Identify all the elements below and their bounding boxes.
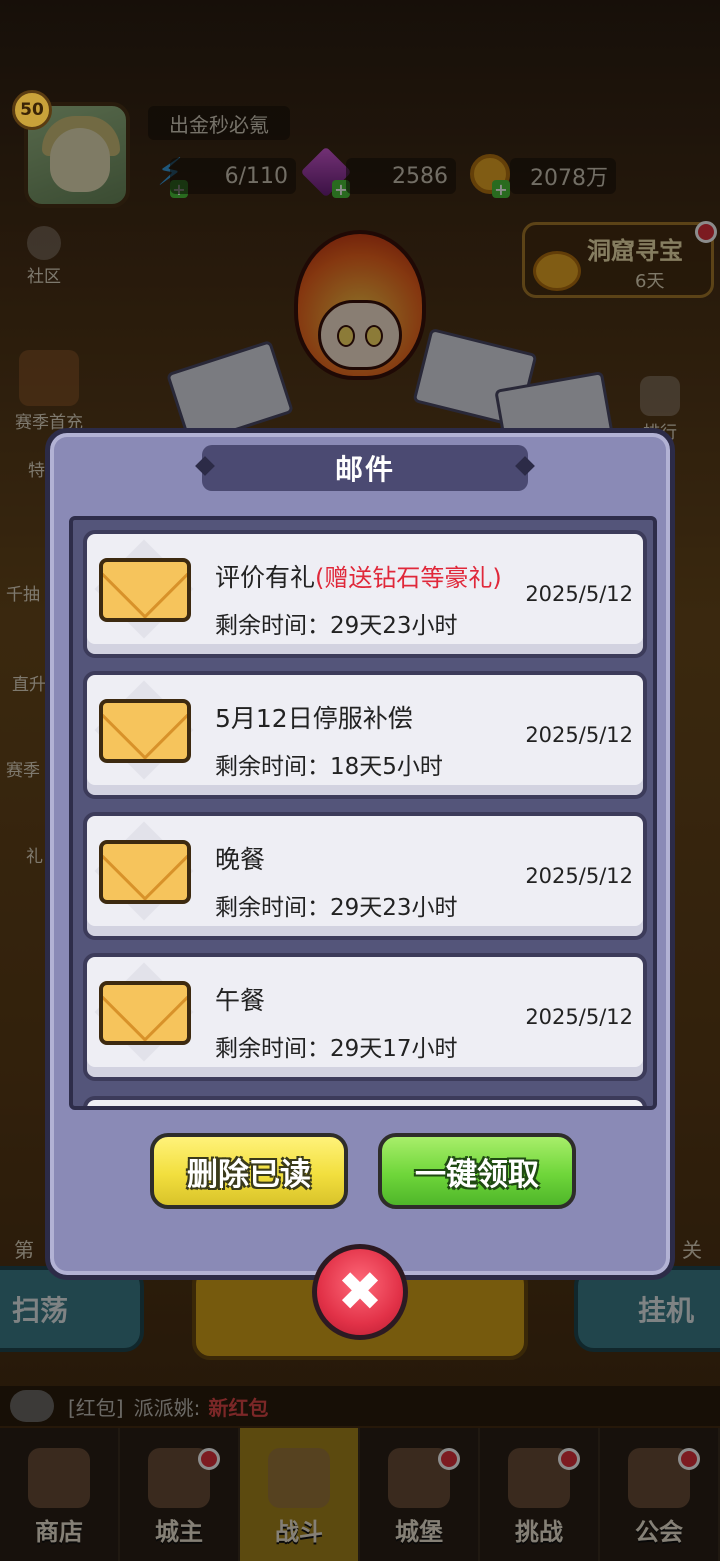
- close-icon: ✖: [337, 1260, 383, 1323]
- mail-title: 午餐: [215, 981, 265, 1017]
- mail-remaining: 剩余时间：29天23小时: [215, 606, 458, 640]
- mail-item[interactable]: 午餐 剩余时间：29天17小时 2025/5/12: [83, 953, 647, 1081]
- remaining-value: 29天23小时: [330, 895, 458, 921]
- remaining-value: 29天23小时: [330, 613, 458, 639]
- mail-remaining: 剩余时间：29天23小时: [215, 888, 458, 922]
- mail-date: 2025/5/12: [525, 864, 633, 888]
- mail-title: 评价有礼(赠送钻石等豪礼): [215, 558, 502, 594]
- mail-date: 2025/5/12: [525, 723, 633, 747]
- dialog-header: 邮件: [202, 445, 528, 491]
- mail-item-partial[interactable]: [83, 1096, 647, 1106]
- mail-title: 5月12日停服补偿: [215, 699, 413, 735]
- envelope-icon: [99, 699, 191, 763]
- mail-title-text: 5月12日停服补偿: [215, 704, 413, 733]
- delete-read-button[interactable]: 删除已读: [150, 1133, 348, 1209]
- mail-item[interactable]: 晚餐 剩余时间：29天23小时 2025/5/12: [83, 812, 647, 940]
- mail-item[interactable]: 评价有礼(赠送钻石等豪礼) 剩余时间：29天23小时 2025/5/12: [83, 530, 647, 658]
- mail-title-text: 晚餐: [215, 845, 266, 874]
- mail-title: 晚餐: [215, 840, 265, 876]
- remaining-label: 剩余时间：: [215, 1036, 330, 1062]
- mail-list[interactable]: 评价有礼(赠送钻石等豪礼) 剩余时间：29天23小时 2025/5/12 5月1…: [69, 516, 657, 1110]
- remaining-label: 剩余时间：: [215, 895, 330, 921]
- mail-remaining: 剩余时间：18天5小时: [215, 747, 443, 781]
- mail-date: 2025/5/12: [525, 582, 633, 606]
- mail-promo-text: (赠送钻石等豪礼): [315, 564, 502, 592]
- dialog-title: 邮件: [334, 453, 395, 486]
- mail-title-text: 评价有礼: [215, 563, 316, 592]
- remaining-value: 29天17小时: [330, 1036, 458, 1062]
- player-level-badge: 50: [12, 90, 52, 130]
- remaining-value: 18天5小时: [330, 754, 443, 780]
- mail-remaining: 剩余时间：29天17小时: [215, 1029, 458, 1063]
- envelope-icon: [99, 558, 191, 622]
- remaining-label: 剩余时间：: [215, 754, 330, 780]
- mail-item[interactable]: 5月12日停服补偿 剩余时间：18天5小时 2025/5/12: [83, 671, 647, 799]
- envelope-icon: [99, 840, 191, 904]
- close-dialog-button[interactable]: ✖: [312, 1244, 408, 1340]
- mail-date: 2025/5/12: [525, 1005, 633, 1029]
- mail-title-text: 午餐: [215, 986, 266, 1015]
- claim-all-button[interactable]: 一键领取: [378, 1133, 576, 1209]
- mail-dialog: 邮件 评价有礼(赠送钻石等豪礼) 剩余时间：29天23小时 2025/5/12 …: [45, 428, 675, 1280]
- remaining-label: 剩余时间：: [215, 613, 330, 639]
- envelope-icon: [99, 981, 191, 1045]
